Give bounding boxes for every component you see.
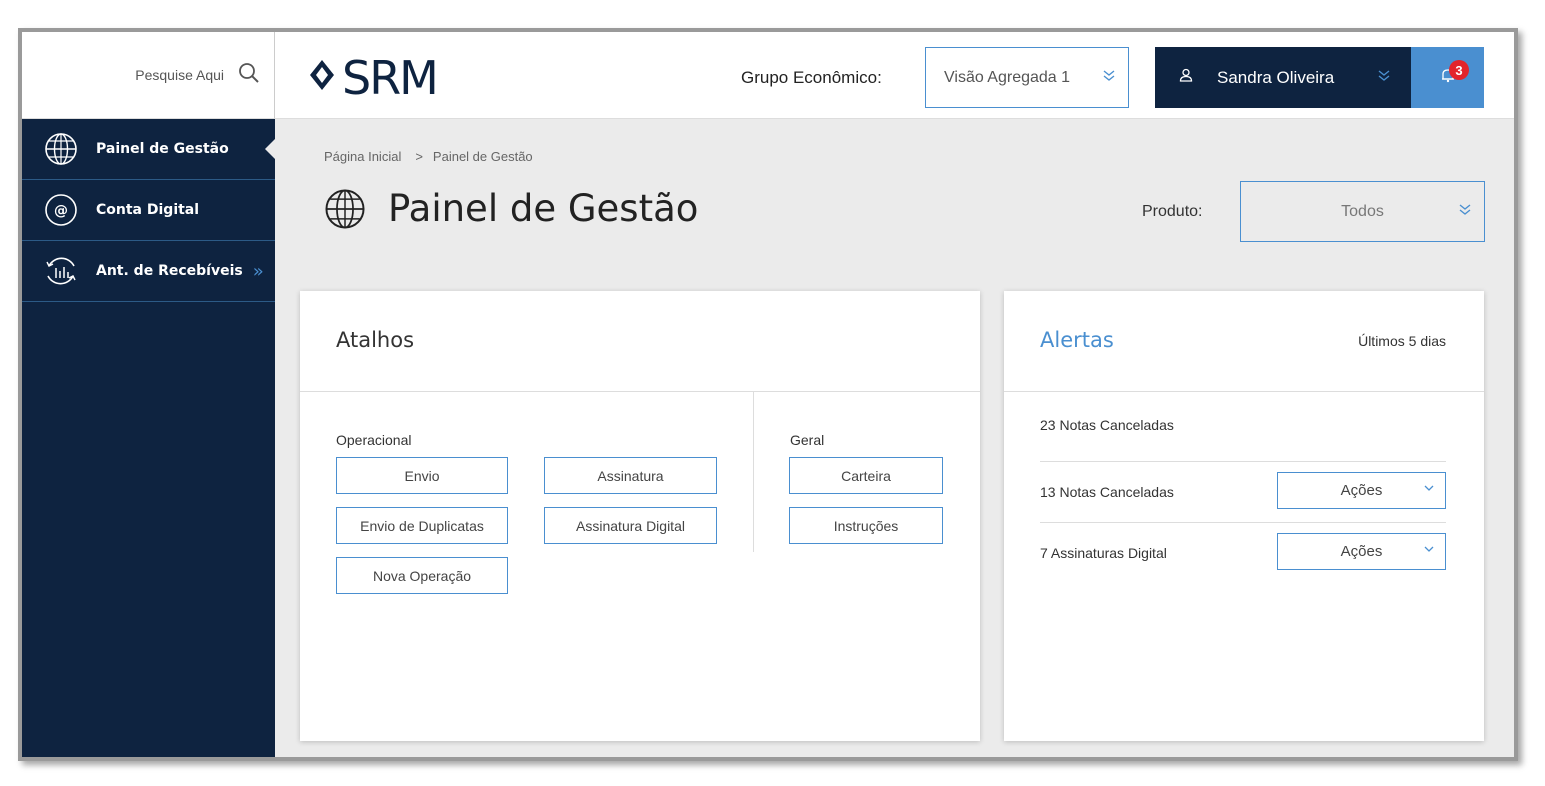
user-name: Sandra Oliveira (1217, 67, 1335, 87)
alert-row: 7 Assinaturas Digital Ações (1040, 522, 1446, 583)
instrucoes-button[interactable]: Instruções (789, 507, 943, 544)
app-window: Pesquise Aqui Painel de Gestão @ Conta D… (18, 28, 1518, 761)
srm-logo[interactable]: SRM (308, 51, 478, 105)
grupo-economico-select[interactable]: Visão Agregada 1 (925, 47, 1129, 108)
sidebar: Pesquise Aqui Painel de Gestão @ Conta D… (22, 32, 275, 757)
alertas-title: Alertas (1040, 328, 1114, 352)
chart-cycle-icon (44, 254, 78, 288)
double-chevron-down-icon (1102, 66, 1116, 87)
page-title: Painel de Gestão (324, 187, 698, 230)
double-chevron-right-icon: » (252, 260, 264, 282)
logo-text: SRM (342, 52, 437, 98)
grupo-economico-label: Grupo Econômico: (741, 68, 882, 87)
double-chevron-down-icon (1377, 66, 1391, 87)
breadcrumb-home[interactable]: Página Inicial (324, 149, 401, 164)
globe-icon (44, 132, 78, 166)
chevron-down-icon (1423, 543, 1435, 558)
acoes-dropdown[interactable]: Ações (1277, 472, 1446, 509)
alert-text: 7 Assinaturas Digital (1040, 545, 1167, 561)
alert-text: 23 Notas Canceladas (1040, 417, 1174, 433)
grupo-economico-value: Visão Agregada 1 (944, 68, 1071, 86)
sidebar-item-painel-de-gestao[interactable]: Painel de Gestão (22, 119, 275, 180)
envio-button[interactable]: Envio (336, 457, 508, 494)
carteira-button[interactable]: Carteira (789, 457, 943, 494)
acoes-label: Ações (1340, 482, 1383, 499)
chevron-down-icon (1423, 482, 1435, 497)
user-menu[interactable]: Sandra Oliveira (1155, 47, 1411, 108)
breadcrumb: Página Inicial > Painel de Gestão (324, 149, 533, 164)
sidebar-item-label: Painel de Gestão (96, 141, 229, 157)
atalhos-card: Atalhos Operacional Geral Envio Assinatu… (300, 291, 980, 741)
breadcrumb-separator: > (415, 149, 423, 164)
sidebar-item-label: Ant. de Recebíveis (96, 263, 243, 279)
acoes-dropdown[interactable]: Ações (1277, 533, 1446, 570)
assinatura-digital-button[interactable]: Assinatura Digital (544, 507, 717, 544)
atalhos-title: Atalhos (336, 328, 415, 352)
produto-label: Produto: (1142, 203, 1203, 220)
search-input[interactable]: Pesquise Aqui (135, 67, 224, 83)
top-header: SRM Grupo Econômico: Visão Agregada 1 Sa… (275, 32, 1514, 119)
search-box[interactable]: Pesquise Aqui (22, 32, 275, 119)
envio-de-duplicatas-button[interactable]: Envio de Duplicatas (336, 507, 508, 544)
sidebar-item-conta-digital[interactable]: @ Conta Digital (22, 180, 275, 241)
operacional-label: Operacional (336, 432, 412, 448)
acoes-label: Ações (1340, 543, 1383, 560)
geral-label: Geral (790, 432, 825, 448)
alertas-period: Últimos 5 dias (1358, 333, 1446, 349)
double-chevron-down-icon (1458, 200, 1472, 221)
svg-text:@: @ (54, 203, 68, 219)
atalhos-header: Atalhos (300, 291, 980, 392)
notification-badge: 3 (1449, 60, 1469, 80)
nova-operacao-button[interactable]: Nova Operação (336, 557, 508, 594)
at-icon: @ (44, 193, 78, 227)
alertas-card: Alertas Últimos 5 dias 23 Notas Cancelad… (1004, 291, 1484, 741)
assinatura-button[interactable]: Assinatura (544, 457, 717, 494)
notifications-button[interactable]: 3 (1411, 47, 1484, 108)
alertas-header: Alertas Últimos 5 dias (1004, 291, 1484, 392)
produto-select[interactable]: Todos (1240, 181, 1485, 242)
sidebar-item-ant-de-recebiveis[interactable]: Ant. de Recebíveis » (22, 241, 275, 302)
page-title-text: Painel de Gestão (388, 187, 699, 230)
user-icon (1179, 68, 1193, 87)
alert-row: 13 Notas Canceladas Ações (1040, 461, 1446, 522)
breadcrumb-current: Painel de Gestão (432, 149, 533, 164)
produto-value: Todos (1341, 202, 1384, 220)
alert-row: 23 Notas Canceladas (1040, 400, 1446, 461)
search-icon[interactable] (238, 62, 260, 89)
alert-text: 13 Notas Canceladas (1040, 484, 1174, 500)
globe-icon (324, 188, 366, 230)
atalhos-divider (753, 392, 754, 552)
sidebar-item-label: Conta Digital (96, 202, 200, 218)
